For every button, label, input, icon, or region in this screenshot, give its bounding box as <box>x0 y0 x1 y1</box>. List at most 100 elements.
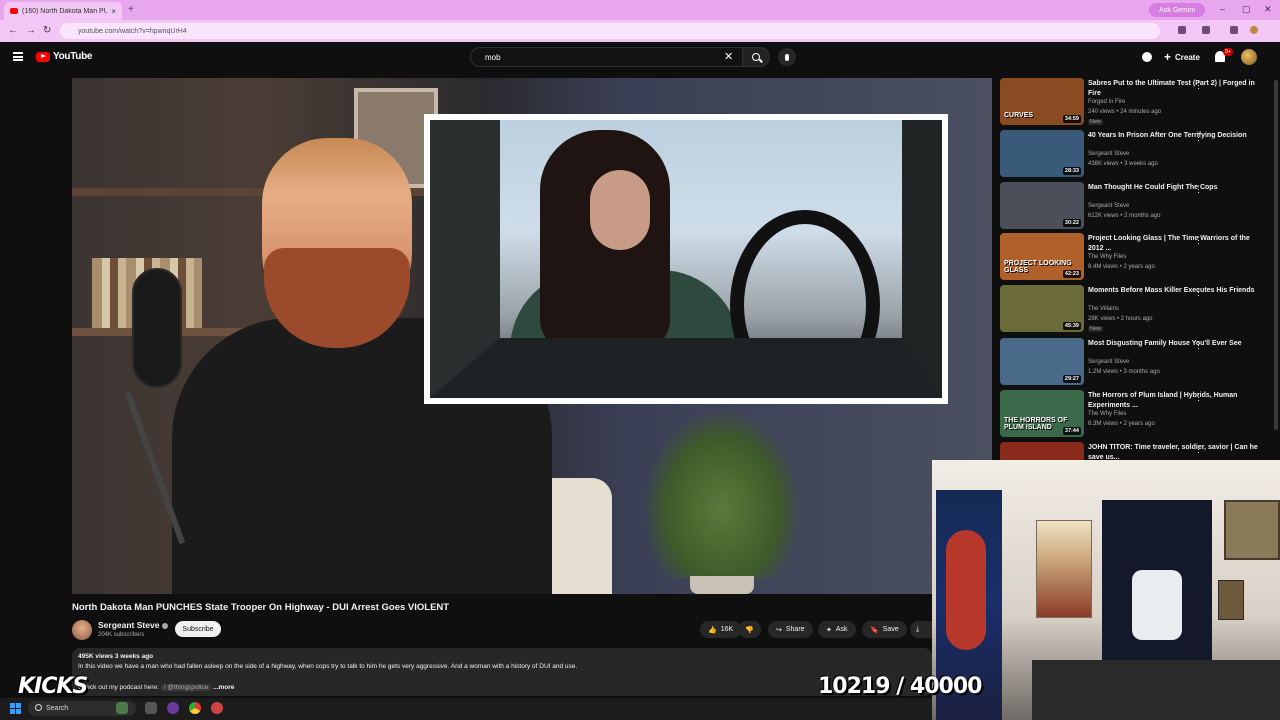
scrollbar[interactable] <box>1274 80 1278 430</box>
recommendation-meta: 240 views • 24 minutes ago <box>1088 109 1162 115</box>
recommendation-thumbnail[interactable]: THE HORRORS OF PLUM ISLAND 37:44 <box>1000 390 1084 437</box>
new-badge: New <box>1088 119 1104 125</box>
recommendation-title[interactable]: Moments Before Mass Killer Executes His … <box>1088 286 1258 296</box>
close-window-button[interactable]: ✕ <box>1264 4 1272 15</box>
extension-icon[interactable] <box>1178 26 1186 34</box>
verified-icon <box>162 622 169 629</box>
recommendation-title[interactable]: Man Thought He Could Fight The Cops <box>1088 183 1258 193</box>
recommendation-thumbnail[interactable]: 28:33 <box>1000 130 1084 177</box>
channel-name[interactable]: Sergeant Steve <box>98 620 169 630</box>
download-button[interactable]: ⤓ <box>910 621 932 638</box>
file-explorer-icon[interactable] <box>145 702 157 714</box>
extension-icon[interactable] <box>1230 26 1238 34</box>
more-options-icon[interactable]: ⋮ <box>1194 340 1203 351</box>
search-button[interactable] <box>742 47 770 67</box>
video-player[interactable] <box>72 78 992 594</box>
more-options-icon[interactable]: ⋮ <box>1194 184 1203 195</box>
thumbs-down-icon: 👎 <box>745 626 754 634</box>
recommendation-item[interactable]: 28:33 40 Years In Prison After One Terrif… <box>1000 130 1272 180</box>
share-button[interactable]: ↪ Share <box>768 621 813 638</box>
podcast-prefix: Check out my podcast here: <box>78 684 161 691</box>
recommendation-thumbnail[interactable]: CURVES 34:59 <box>1000 78 1084 125</box>
more-options-icon[interactable]: ⋮ <box>1194 392 1203 403</box>
clear-search-icon[interactable]: ✕ <box>724 50 733 63</box>
recommendation-channel[interactable]: Forged in Fire <box>1088 99 1125 105</box>
youtube-logo[interactable]: YouTube <box>36 51 93 62</box>
bookmark-icon: 🔖 <box>870 626 879 634</box>
back-icon[interactable]: ← <box>8 25 18 36</box>
recommendation-item[interactable]: JOHN TITOR: Time traveler, soldier, savi… <box>1000 442 1272 460</box>
recommendation-item[interactable]: PROJECT LOOKING GLASS 42:23 Project Lookin… <box>1000 233 1272 283</box>
recommendation-thumbnail[interactable]: 45:39 <box>1000 285 1084 332</box>
framed-picture <box>1218 580 1244 620</box>
account-avatar[interactable] <box>1241 49 1257 65</box>
recommendation-item[interactable]: 30:22 Man Thought He Could Fight The Cops… <box>1000 182 1272 232</box>
recommendation-title[interactable]: Most Disgusting Family House You'll Ever… <box>1088 339 1258 349</box>
profile-icon[interactable] <box>1250 26 1258 34</box>
recommendation-item[interactable]: THE HORRORS OF PLUM ISLAND 37:44 The Horro… <box>1000 390 1272 440</box>
recommendation-thumbnail[interactable] <box>1000 442 1084 460</box>
windows-start-icon[interactable] <box>10 703 21 714</box>
taskbar-app-icon[interactable] <box>167 702 179 714</box>
recommendation-title[interactable]: 40 Years In Prison After One Terrifying … <box>1088 131 1258 141</box>
recommendation-meta: 8.4M views • 2 years ago <box>1088 264 1155 270</box>
recommendation-channel[interactable]: Sergeant Steve <box>1088 203 1129 209</box>
recommendation-title[interactable]: Sabres Put to the Ultimate Test (Part 2)… <box>1088 79 1258 98</box>
minimize-button[interactable]: – <box>1220 4 1225 14</box>
channel-avatar[interactable] <box>72 620 92 640</box>
extension-icon[interactable] <box>1202 26 1210 34</box>
recommendation-title[interactable]: Project Looking Glass | The Time Warrior… <box>1088 234 1258 253</box>
reload-icon[interactable]: ↻ <box>43 25 51 36</box>
podcast-link[interactable]: / @thingspolice <box>160 684 212 691</box>
video-title: North Dakota Man PUNCHES State Trooper O… <box>72 602 450 613</box>
notification-count-badge: 9+ <box>1223 48 1233 56</box>
ask-gemini-button[interactable]: Ask Gemini <box>1149 3 1205 17</box>
ask-button[interactable]: ✦ Ask <box>818 621 856 638</box>
recommendation-meta: 28K views • 2 hours ago <box>1088 316 1153 322</box>
recommendation-item[interactable]: CURVES 34:59 Sabres Put to the Ultimate Te… <box>1000 78 1272 128</box>
more-options-icon[interactable]: ⋮ <box>1194 235 1203 246</box>
taskbar-app-icon[interactable] <box>211 702 223 714</box>
recommendation-item[interactable]: 45:39 Moments Before Mass Killer Executes… <box>1000 285 1272 335</box>
more-options-icon[interactable]: ⋮ <box>1194 132 1203 143</box>
kicks-counter: 10219 / 40000 <box>818 674 982 699</box>
framed-picture <box>1224 500 1280 560</box>
share-label: Share <box>785 626 805 633</box>
more-link[interactable]: ...more <box>213 684 234 691</box>
boxing-poster <box>1036 520 1092 618</box>
tab-close-icon[interactable]: × <box>111 7 116 16</box>
new-tab-button[interactable]: + <box>128 4 134 15</box>
recommendation-title[interactable]: The Horrors of Plum Island | Hybrids, Hu… <box>1088 391 1258 410</box>
voice-search-button[interactable] <box>778 48 796 66</box>
recommendation-channel[interactable]: The Why Files <box>1088 411 1126 417</box>
recommendation-title[interactable]: JOHN TITOR: Time traveler, soldier, savi… <box>1088 443 1258 460</box>
recommendation-thumbnail[interactable]: 30:22 <box>1000 182 1084 229</box>
screen: (160) North Dakota Man PU... × + Ask Gem… <box>0 0 1280 720</box>
gemini-sparkle-icon[interactable] <box>1142 52 1152 62</box>
taskbar-app-icon[interactable] <box>116 702 128 714</box>
recommendation-channel[interactable]: Sergeant Steve <box>1088 151 1129 157</box>
subscribe-button[interactable]: Subscribe <box>175 621 221 637</box>
dislike-button[interactable]: 👎 <box>738 621 761 638</box>
recommendation-thumbnail[interactable]: 29:27 <box>1000 338 1084 385</box>
more-options-icon[interactable]: ⋮ <box>1194 287 1203 298</box>
like-button[interactable]: 👍 16K <box>700 621 742 638</box>
recommendation-channel[interactable]: The Why Files <box>1088 254 1126 260</box>
menu-icon[interactable] <box>13 52 23 61</box>
recommendation-thumbnail[interactable]: PROJECT LOOKING GLASS 42:23 <box>1000 233 1084 280</box>
save-button[interactable]: 🔖 Save <box>862 621 907 638</box>
chrome-icon[interactable] <box>189 702 201 714</box>
more-options-icon[interactable]: ⋮ <box>1194 444 1203 455</box>
subscriber-count: 204K subscribers <box>98 632 145 638</box>
search-input[interactable]: mob <box>470 47 742 67</box>
microphone-icon <box>785 53 789 61</box>
browser-tab[interactable]: (160) North Dakota Man PU... × <box>4 2 122 20</box>
maximize-button[interactable]: ▢ <box>1242 4 1251 15</box>
recommendation-item[interactable]: 29:27 Most Disgusting Family House You'll… <box>1000 338 1272 388</box>
more-options-icon[interactable]: ⋮ <box>1194 80 1203 91</box>
create-button[interactable]: + Create <box>1158 48 1206 66</box>
url-field[interactable]: youtube.com/watch?v=hpwnqUrH4 <box>60 23 1160 39</box>
forward-icon[interactable]: → <box>26 25 36 36</box>
recommendation-channel[interactable]: The Villains <box>1088 306 1119 312</box>
recommendation-channel[interactable]: Sergeant Steve <box>1088 359 1129 365</box>
